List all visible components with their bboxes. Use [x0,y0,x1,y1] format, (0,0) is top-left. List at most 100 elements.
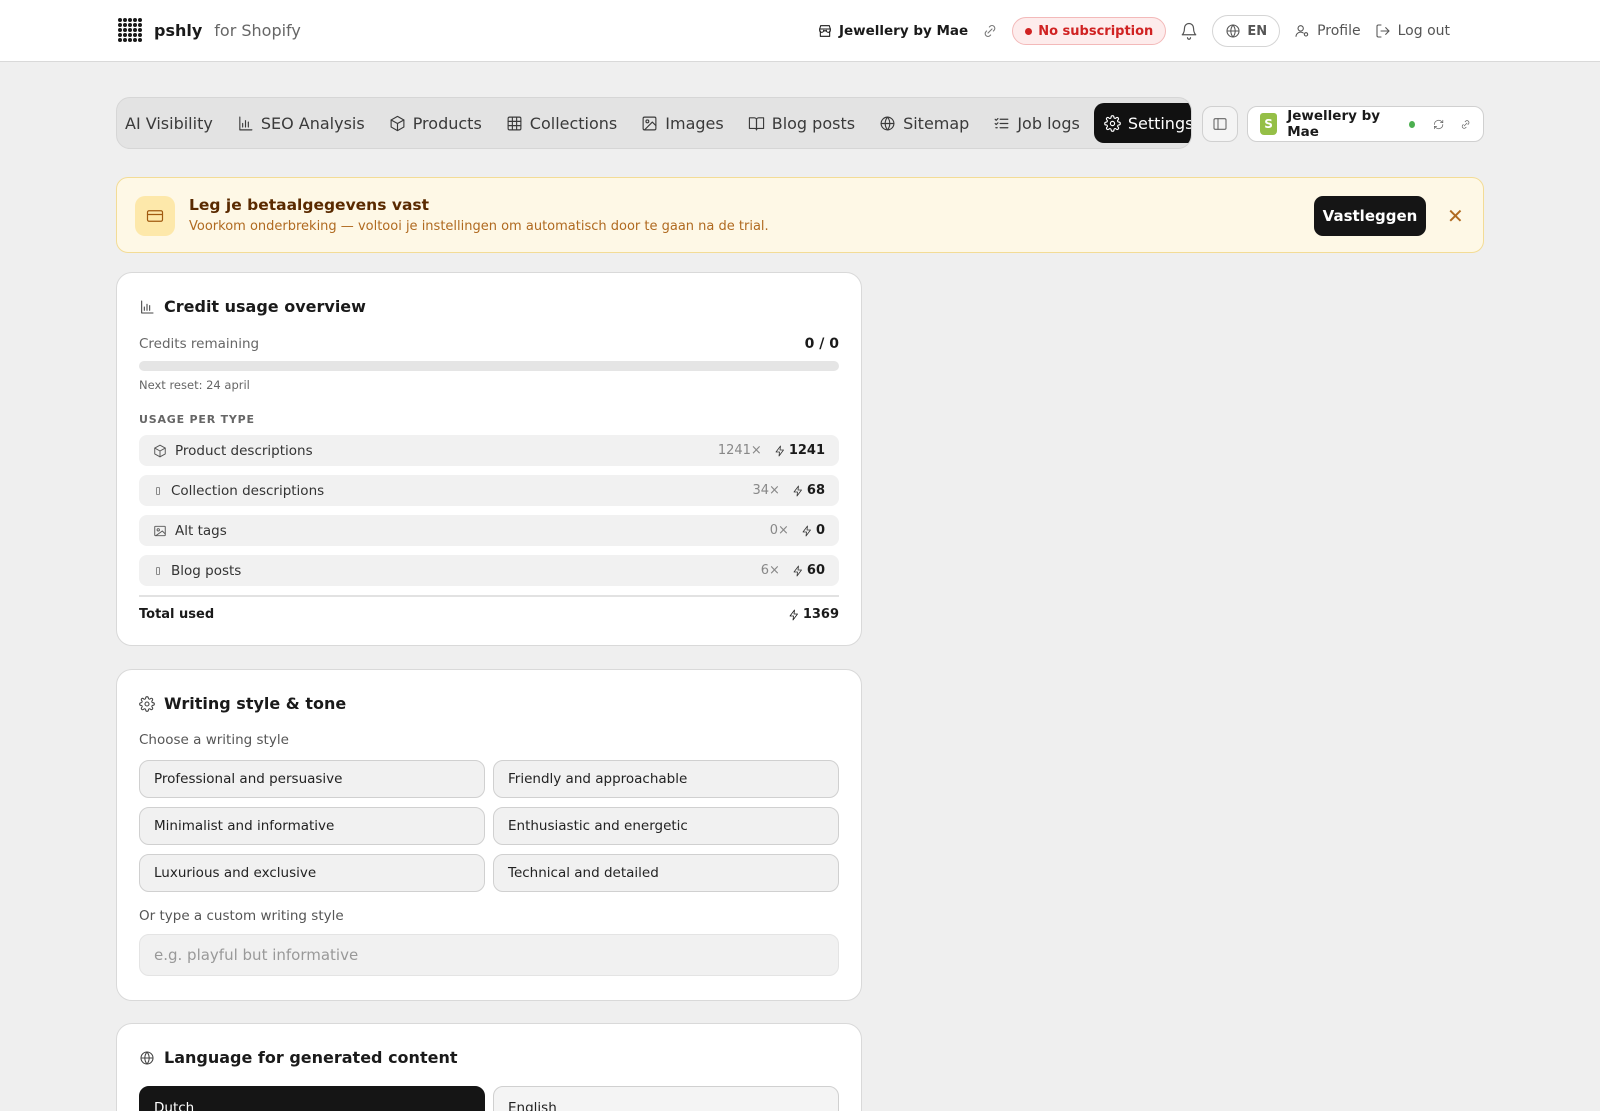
logout-link[interactable]: Log out [1375,23,1450,39]
usage-name: Alt tags [175,522,227,539]
globe-icon [880,116,895,130]
style-options: Professional and persuasive Friendly and… [139,760,839,892]
profile-link[interactable]: Profile [1294,23,1361,39]
tab-ai-visibility[interactable]: AI Visibility [117,103,223,143]
tab-job-logs[interactable]: Job logs [983,103,1089,143]
usage-credits-value: 0 [815,523,825,538]
total-used-number: 1369 [802,607,839,622]
store-name: Jewellery by Mae [838,23,969,39]
brand-name: pshly [154,20,203,40]
bar-chart-icon [141,299,154,314]
total-used-label: Total used [139,607,215,622]
language-option-label: Dutch [154,1100,195,1111]
custom-style-input[interactable] [139,934,839,976]
writing-style-card: Writing style & tone Choose a writing st… [116,669,862,1001]
tab-label: Settings [1127,113,1192,133]
usage-count: 34× [752,483,780,498]
save-payment-button[interactable]: Vastleggen [1314,196,1426,236]
usage-row-collection-descriptions: Collection descriptions 34× 68 [139,475,839,506]
tab-label: AI Visibility [125,113,213,133]
tab-sitemap[interactable]: Sitemap [869,103,979,143]
brand[interactable]: pshly for Shopify [118,18,301,42]
usage-name: Collection descriptions [171,482,325,499]
store-card-name: Jewellery by Mae [1287,108,1381,140]
tab-label: Products [412,113,482,133]
main-nav: AI Visibility SEO Analysis Products Coll… [116,97,1192,149]
usage-count: 1241× [717,443,762,458]
tab-label: Collections [529,113,618,133]
banner-subtitle: Voorkom onderbreking — voltooi je instel… [189,219,769,234]
unlink-icon[interactable] [1460,118,1471,131]
divider [139,595,839,597]
credits-progress-bar [139,361,839,371]
credits-remaining-label: Credits remaining [139,336,260,352]
refresh-icon[interactable] [1433,118,1444,131]
top-bar: pshly for Shopify Jewellery by Mae No su… [0,0,1600,62]
close-icon[interactable]: ✕ [1447,206,1464,226]
usage-credits: 0 [801,523,825,538]
grid-icon [507,116,522,130]
store-card[interactable]: S Jewellery by Mae [1247,106,1484,142]
banner-title: Leg je betaalgegevens vast [189,196,430,214]
image-icon [154,525,166,536]
language-option-english[interactable]: English [493,1086,839,1111]
subscription-badge[interactable]: No subscription [1012,17,1167,45]
style-option[interactable]: Technical and detailed [493,854,839,892]
usage-credits-value: 1241 [788,443,825,458]
tab-seo-analysis[interactable]: SEO Analysis [227,103,375,143]
style-option[interactable]: Enthusiastic and energetic [493,807,839,845]
usage-name: Product descriptions [175,442,313,459]
bell-icon[interactable] [1180,22,1198,40]
book-icon [748,116,764,130]
tab-collections[interactable]: Collections [496,103,627,143]
connected-status-dot [1408,120,1415,128]
tab-label: SEO Analysis [260,113,365,133]
usage-name: Blog posts [171,562,242,579]
language-options: Dutch English [139,1086,839,1111]
style-option[interactable]: Professional and persuasive [139,760,485,798]
language-label: EN [1247,23,1268,39]
logout-icon [1376,24,1390,38]
usage-count: 6× [760,563,780,578]
style-option[interactable]: Luxurious and exclusive [139,854,485,892]
usage-count: 0× [769,523,789,538]
custom-style-label: Or type a custom writing style [139,908,344,924]
credits-remaining-value: 0 / 0 [804,336,839,352]
top-right-controls: Jewellery by Mae No subscription EN Prof… [817,14,1450,48]
image-icon [642,116,657,130]
tab-settings[interactable]: Settings [1093,103,1192,143]
next-reset-text: Next reset: 24 april [139,378,250,392]
style-option[interactable]: Friendly and approachable [493,760,839,798]
style-option[interactable]: Minimalist and informative [139,807,485,845]
language-card: Language for generated content Dutch Eng… [116,1023,862,1111]
store-selector[interactable]: Jewellery by Mae [817,23,998,39]
card-title: Language for generated content [139,1048,457,1067]
usage-credits-value: 60 [806,563,825,578]
shopify-icon: S [1260,113,1278,135]
tab-blog-posts[interactable]: Blog posts [738,103,865,143]
language-option-dutch[interactable]: Dutch [139,1086,485,1111]
card-title-text: Language for generated content [164,1048,458,1067]
tab-products[interactable]: Products [379,103,492,143]
bolt-icon [793,565,802,576]
globe-icon [1226,24,1240,38]
credit-usage-card: Credit usage overview Credits remaining … [116,272,862,646]
usage-credits: 1241 [774,443,825,458]
unlink-icon[interactable] [982,23,998,39]
sidebar-toggle-button[interactable] [1202,106,1238,142]
language-switcher[interactable]: EN [1212,15,1281,47]
card-title-text: Writing style & tone [164,694,347,713]
payment-banner: Leg je betaalgegevens vast Voorkom onder… [116,177,1484,253]
brand-suffix: for Shopify [214,20,301,40]
user-icon [1295,25,1309,37]
status-dot [1025,27,1033,35]
tab-images[interactable]: Images [631,103,733,143]
bar-chart-icon [239,116,253,130]
bolt-icon [802,525,811,536]
tab-label: Sitemap [903,113,970,133]
credit-card-icon [135,196,175,236]
card-title: Writing style & tone [139,694,346,713]
sidebar-icon [1213,118,1227,130]
language-option-label: English [508,1100,557,1111]
store-icon [819,25,831,37]
